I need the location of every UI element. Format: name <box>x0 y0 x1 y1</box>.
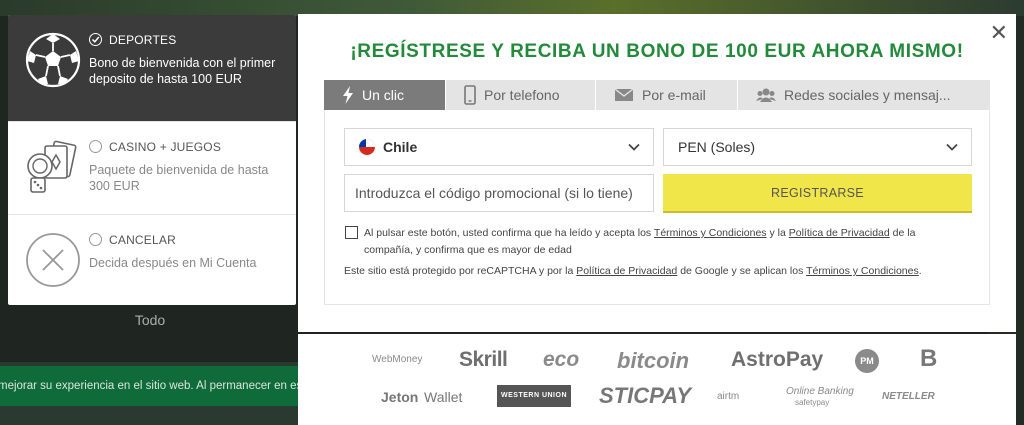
cancel-x-icon <box>26 233 80 287</box>
airtm-logo: airtm <box>717 391 740 402</box>
cookie-banner: mejorar su experiencia en el sitio web. … <box>0 366 300 406</box>
tab-email[interactable]: Por e-mail <box>596 80 738 110</box>
registration-modal: ✕ ¡REGÍSTRESE Y RECIBA UN BONO DE 100 EU… <box>298 14 1016 332</box>
phone-icon <box>464 85 476 105</box>
tab-label: Redes sociales y mensaj... <box>784 87 951 103</box>
payment-methods: WebMoney Skrill eco bitcoin AstroPay PM … <box>298 334 1016 425</box>
bonus-option-title: CASINO + JUEGOS <box>109 140 222 154</box>
casino-chips-cards-icon <box>27 140 77 193</box>
users-icon <box>756 87 776 103</box>
tab-label: Por telefono <box>484 87 560 103</box>
chevron-down-icon <box>628 143 640 151</box>
b-logo: B <box>920 345 938 372</box>
recaptcha-text-part: Este sitio está protegido por reCAPTCHA … <box>344 265 574 277</box>
google-privacy-link[interactable]: Política de Privacidad <box>576 265 677 277</box>
bonus-option-description: Decida después en Mi Cuenta <box>89 256 257 270</box>
bonus-option-casino[interactable]: CASINO + JUEGOS Paquete de bienvenida de… <box>8 122 296 215</box>
terms-checkbox[interactable] <box>345 226 358 239</box>
country-value: Chile <box>383 139 418 155</box>
privacy-link[interactable]: Política de Privacidad <box>789 227 890 239</box>
tab-label: Por e-mail <box>642 87 706 103</box>
tab-one-click[interactable]: Un clic <box>324 80 446 110</box>
chevron-down-icon <box>946 143 958 151</box>
currency-value: PEN (Soles) <box>678 139 756 155</box>
background-todo-label: Todo <box>134 312 166 328</box>
terms-text-part: y la <box>769 227 786 239</box>
bonus-option-cancel-radio[interactable] <box>89 233 102 246</box>
jeton-wallet-logo: Wallet <box>424 389 463 405</box>
check-icon <box>91 36 100 43</box>
bitcoin-logo: bitcoin <box>617 348 690 373</box>
promo-code-input[interactable] <box>344 174 654 212</box>
eco-logo: eco <box>543 348 580 371</box>
bonus-option-description: Bono de bienvenida con el primer deposit… <box>89 56 276 86</box>
recaptcha-notice: Este sitio está protegido por reCAPTCHA … <box>344 265 974 277</box>
tab-label: Un clic <box>362 87 405 103</box>
cookie-banner-text: mejorar su experiencia en el sitio web. … <box>0 380 300 392</box>
bonus-selector: DEPORTES Bono de bienvenida con el prime… <box>8 15 296 305</box>
modal-headline: ¡REGÍSTRESE Y RECIBA UN BONO DE 100 EUR … <box>350 41 964 62</box>
safetypay-logo: safetypay <box>795 398 830 407</box>
recaptcha-text-part: de Google y se aplican los <box>680 265 804 277</box>
terms-text-part: Al pulsar este botón, usted confirma que… <box>364 227 652 239</box>
bonus-option-casino-radio[interactable] <box>89 140 102 153</box>
online-banking-logo: Online Banking <box>786 386 854 397</box>
astropay-logo: AstroPay <box>731 348 824 371</box>
register-button[interactable]: REGISTRARSE <box>663 174 972 213</box>
tab-phone[interactable]: Por telefono <box>446 80 596 110</box>
bonus-option-sports[interactable]: DEPORTES Bono de bienvenida con el prime… <box>8 15 296 122</box>
recaptcha-text-end: . <box>918 265 922 277</box>
terms-link[interactable]: Términos y Condiciones <box>654 227 767 239</box>
country-select[interactable]: Chile <box>344 128 654 166</box>
registration-tabs: Un clic Por telefono Por e-mail Redes so… <box>324 80 990 110</box>
bonus-option-description: Paquete de bienvenida de hasta 300 EUR <box>89 163 269 193</box>
currency-select[interactable]: PEN (Soles) <box>663 128 972 166</box>
perfect-money-logo: PM <box>855 349 879 373</box>
webmoney-logo: WebMoney <box>372 354 423 365</box>
tab-social[interactable]: Redes sociales y mensaj... <box>738 80 990 110</box>
bonus-option-title: DEPORTES <box>109 33 177 47</box>
western-union-logo: WESTERN UNION <box>497 385 571 407</box>
bonus-option-cancel[interactable]: CANCELAR Decida después en Mi Cuenta <box>8 215 296 305</box>
jeton-logo: Jeton <box>381 389 419 405</box>
envelope-icon <box>614 88 634 102</box>
skrill-logo: Skrill <box>459 348 508 371</box>
bonus-option-sports-radio[interactable] <box>89 33 102 46</box>
registration-form: Chile PEN (Soles) REGISTRARSE Al pulsar … <box>324 110 990 305</box>
google-terms-link[interactable]: Términos y Condiciones <box>806 265 919 277</box>
lightning-icon <box>342 86 354 104</box>
neteller-logo: NETELLER <box>882 391 935 402</box>
chile-flag-icon <box>359 139 375 155</box>
sticpay-logo: STICPAY <box>599 383 692 408</box>
bonus-option-title: CANCELAR <box>109 233 176 247</box>
terms-text: Al pulsar este botón, usted confirma que… <box>364 225 964 259</box>
soccer-ball-icon <box>25 32 81 88</box>
